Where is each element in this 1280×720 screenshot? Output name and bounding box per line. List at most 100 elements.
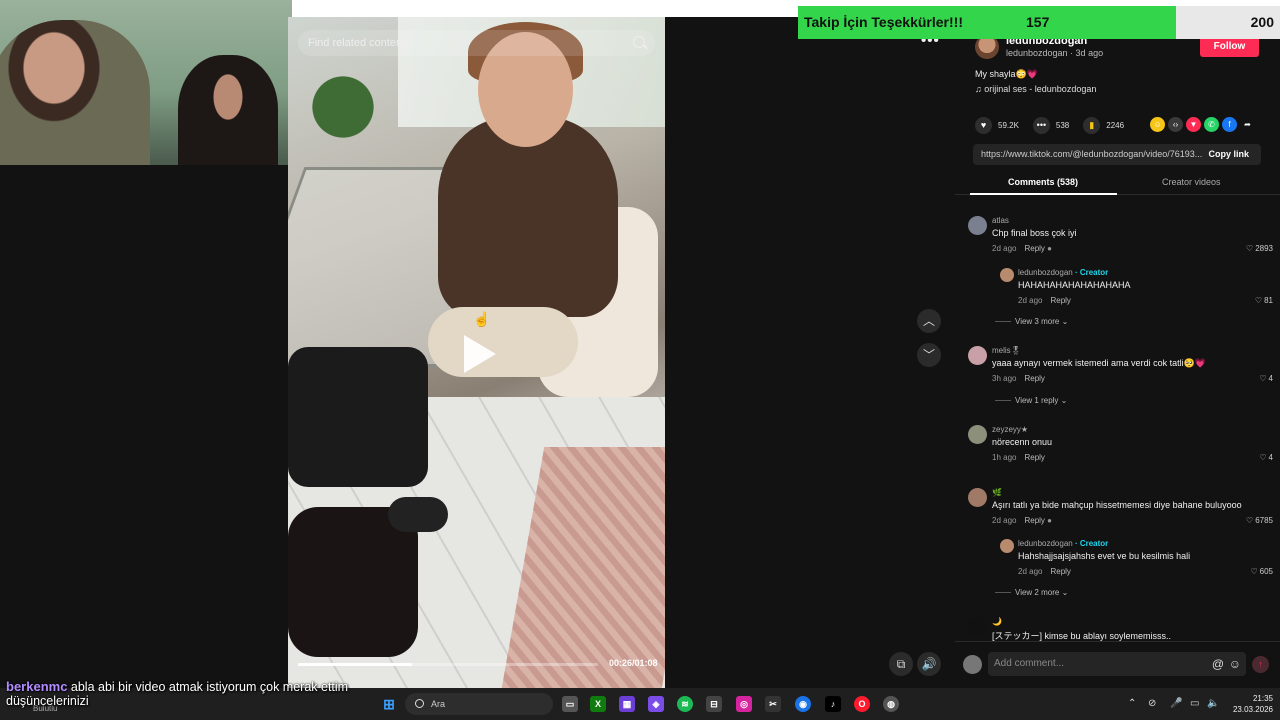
system-clock[interactable]: 21:35 23.03.2026	[1229, 693, 1273, 715]
store-icon[interactable]: ⊟	[706, 696, 722, 712]
comment-time: 2d ago	[992, 244, 1017, 253]
commenter-name[interactable]: 🌿	[992, 488, 1002, 497]
capcut-icon[interactable]: ✂	[765, 696, 781, 712]
comment-likes[interactable]: ♡ 4	[1259, 374, 1273, 383]
tab-comments[interactable]: Comments (538)	[1008, 177, 1078, 187]
comment-item: atlas Chp final boss çok iyi 2d ago Reply…	[968, 216, 1273, 256]
emoji-icon[interactable]: ☺	[1229, 652, 1241, 676]
commenter-avatar[interactable]	[1000, 539, 1014, 553]
guest-person	[178, 55, 278, 165]
commenter-name[interactable]: melis🎖	[992, 346, 1021, 355]
commenter-name[interactable]: zeyzeyy★	[992, 425, 1028, 434]
taskbar-search[interactable]: Ara	[405, 693, 553, 715]
search-icon[interactable]	[633, 36, 645, 48]
reply-button[interactable]: Reply	[1024, 374, 1044, 383]
microphone-icon[interactable]: 🎤	[1170, 698, 1182, 709]
chevron-up-icon[interactable]: ⌃	[1128, 698, 1136, 709]
reply-item: ledunbozdogan · Creator HAHAHAHAHAHAHAHA…	[1000, 268, 1273, 308]
video-player[interactable]: Find related content ☝ 00:26/01:08	[288, 17, 665, 688]
comment-input[interactable]: Add comment... @ ☺	[988, 652, 1246, 676]
bookmark-icon[interactable]: ▮	[1083, 116, 1101, 134]
tiktok-icon[interactable]: ♪	[825, 696, 841, 712]
obs-icon[interactable]: ◍	[883, 696, 899, 712]
commenter-avatar[interactable]	[968, 216, 987, 235]
instagram-icon[interactable]: ◎	[736, 696, 752, 712]
commenter-avatar[interactable]	[968, 488, 987, 507]
comment-likes[interactable]: ♡ 4	[1259, 453, 1273, 462]
task-view-icon[interactable]: ▭	[562, 696, 578, 712]
chevron-down-icon[interactable]: ﹀	[917, 343, 941, 367]
clock-time: 21:35	[1252, 694, 1273, 703]
search-placeholder: Find related content	[308, 37, 406, 49]
commenter-name[interactable]: atlas	[992, 216, 1009, 225]
send-icon[interactable]: ↑	[1252, 656, 1269, 673]
heart-icon[interactable]: ♥	[975, 116, 992, 134]
chevron-up-icon[interactable]: ︿	[917, 309, 941, 333]
reply-button[interactable]: Reply	[1050, 567, 1070, 576]
speaker-icon[interactable]: 🔈	[1207, 698, 1219, 709]
commenter-avatar[interactable]	[968, 425, 987, 444]
view-more-label: View 3 more	[1015, 317, 1060, 326]
embed-icon[interactable]: ‹›	[1168, 117, 1183, 132]
reply-button[interactable]: Reply	[1050, 296, 1070, 305]
view-more-replies[interactable]: View 2 more ⌄	[995, 588, 1068, 597]
like-count: 59.2K	[998, 120, 1019, 130]
spotify-icon[interactable]: ≋	[677, 696, 693, 712]
video-url-field[interactable]: https://www.tiktok.com/@ledunbozdogan/vi…	[973, 144, 1261, 165]
display-icon[interactable]: ▭	[1190, 698, 1199, 709]
share-arrow-icon[interactable]: ➦	[1240, 117, 1255, 132]
commenter-name[interactable]: 🌙	[992, 617, 1002, 626]
video-progress-bar[interactable]	[298, 663, 598, 666]
clock-date: 23.03.2026	[1232, 705, 1273, 714]
chrome-icon[interactable]: ◉	[795, 696, 811, 712]
network-icon[interactable]: ⊘	[1148, 698, 1156, 709]
volume-icon[interactable]: 🔊	[917, 652, 941, 676]
reply-button[interactable]: Reply	[1024, 453, 1044, 462]
reply-item: ledunbozdogan · Creator Hahshajjsajsjahs…	[1000, 539, 1273, 579]
commenter-name[interactable]: ledunbozdogan · Creator	[1018, 539, 1108, 548]
play-icon[interactable]	[464, 335, 496, 373]
comment-meta: 2d ago Reply ●	[992, 244, 1052, 253]
video-url: https://www.tiktok.com/@ledunbozdogan/vi…	[981, 149, 1203, 159]
app-icon[interactable]: ▦	[619, 696, 635, 712]
comment-like-count: 605	[1259, 567, 1273, 576]
comment-like-count: 81	[1264, 296, 1273, 305]
reply-button[interactable]: Reply	[1024, 244, 1044, 253]
comment-likes[interactable]: ♡ 605	[1250, 567, 1273, 576]
mention-icon[interactable]: @	[1212, 652, 1224, 676]
xbox-icon[interactable]: X	[590, 696, 606, 712]
comment-icon[interactable]: •••	[1032, 116, 1050, 134]
reply-button[interactable]: Reply	[1024, 516, 1044, 525]
commenter-avatar[interactable]	[968, 346, 987, 365]
comment-time: 2d ago	[1018, 567, 1043, 576]
comment-likes[interactable]: ♡ 81	[1255, 296, 1273, 305]
commenter-name[interactable]: ledunbozdogan · Creator	[1018, 268, 1108, 277]
video-scene-person-legs	[428, 307, 578, 377]
copilot-icon[interactable]: ◈	[648, 696, 664, 712]
heart-outline-icon: ♡	[1246, 244, 1254, 253]
follow-button[interactable]: Follow	[1200, 36, 1259, 57]
commenter-avatar[interactable]	[1000, 268, 1014, 282]
opera-icon[interactable]: O	[854, 696, 870, 712]
screen: Find related content ☝ 00:26/01:08 ••• ︿…	[0, 0, 1280, 720]
comment-time: 2d ago	[1018, 296, 1043, 305]
emoji-share-icon[interactable]: ☺	[1150, 117, 1165, 132]
send-to-friends-icon[interactable]: ▼	[1186, 117, 1201, 132]
engagement-bar: ♥ 59.2K ••• 538 ▮ 2246	[975, 116, 1132, 134]
comment-likes[interactable]: ♡ 2893	[1246, 244, 1273, 253]
comment-text: Chp final boss çok iyi	[992, 228, 1077, 238]
taskbar-search-label: Ara	[431, 699, 446, 709]
post-sound[interactable]: ♫ orijinal ses - ledunbozdogan	[975, 84, 1096, 94]
find-related-search[interactable]: Find related content	[298, 30, 655, 56]
save-count: 2246	[1106, 120, 1125, 130]
tab-creator-videos[interactable]: Creator videos	[1162, 177, 1221, 187]
whatsapp-icon[interactable]: ✆	[1204, 117, 1219, 132]
view-more-replies[interactable]: View 3 more ⌄	[995, 317, 1068, 326]
commenter-avatar[interactable]	[968, 617, 987, 636]
copy-link-button[interactable]: Copy link	[1208, 144, 1249, 165]
video-scene-dark-object	[288, 347, 428, 487]
facebook-icon[interactable]: f	[1222, 117, 1237, 132]
view-more-replies[interactable]: View 1 reply ⌄	[995, 396, 1067, 405]
miniplayer-icon[interactable]: ⧉	[889, 652, 913, 676]
comment-likes[interactable]: ♡ 6785	[1246, 516, 1273, 525]
